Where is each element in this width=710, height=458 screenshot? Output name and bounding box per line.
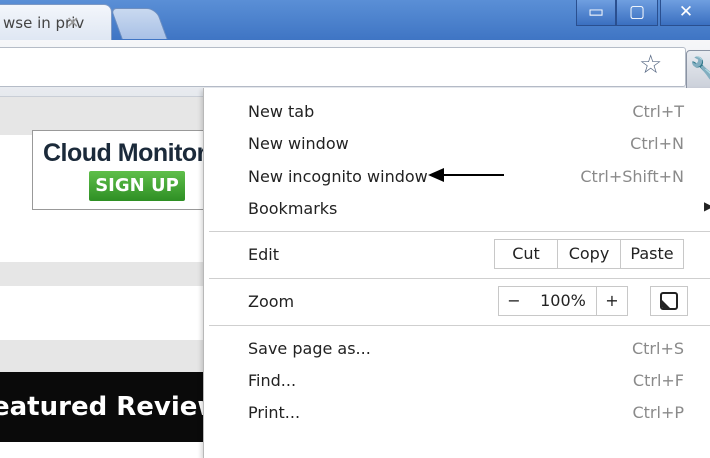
- browser-tab[interactable]: wse in priv ✕: [0, 4, 112, 40]
- zoom-level: 100%: [529, 286, 597, 316]
- menu-item-find[interactable]: Find...: [248, 371, 296, 390]
- shortcut-new-window: Ctrl+N: [630, 134, 684, 153]
- shortcut-new-tab: Ctrl+T: [632, 102, 684, 121]
- minimize-icon: ▭: [587, 2, 605, 22]
- bookmark-star-icon[interactable]: ☆: [639, 50, 662, 80]
- minimize-button[interactable]: ▭: [576, 0, 616, 26]
- window-titlebar: wse in priv ✕ ▭ ▢ ✕: [0, 0, 710, 40]
- page-divider-bar: [0, 262, 210, 286]
- zoom-out-button[interactable]: −: [498, 286, 530, 316]
- signup-button[interactable]: SIGN UP: [89, 171, 185, 201]
- wrench-icon: 🔧: [690, 57, 710, 82]
- menu-separator: [209, 325, 710, 326]
- ad-title: Cloud Monitorin: [43, 139, 228, 167]
- new-tab-button[interactable]: [110, 8, 168, 39]
- wrench-menu-button[interactable]: 🔧: [686, 50, 710, 92]
- zoom-in-button[interactable]: +: [596, 286, 628, 316]
- menu-item-save-page-as[interactable]: Save page as...: [248, 339, 371, 358]
- cut-button[interactable]: Cut: [494, 239, 558, 269]
- menu-separator: [209, 278, 710, 279]
- close-window-button[interactable]: ✕: [660, 0, 710, 26]
- fullscreen-button[interactable]: [650, 286, 688, 316]
- submenu-arrow-icon: ▶: [704, 199, 710, 213]
- menu-item-edit: Edit: [248, 245, 279, 264]
- browser-main-menu: New tab Ctrl+T New window Ctrl+N New inc…: [203, 88, 710, 458]
- shortcut-print: Ctrl+P: [632, 403, 684, 422]
- menu-separator: [209, 231, 710, 232]
- tab-close-icon[interactable]: ✕: [66, 13, 79, 32]
- shortcut-new-incognito: Ctrl+Shift+N: [580, 167, 684, 186]
- annotation-arrow: [432, 174, 504, 176]
- menu-item-new-incognito-window[interactable]: New incognito window: [248, 167, 428, 186]
- maximize-icon: ▢: [628, 2, 646, 22]
- copy-button[interactable]: Copy: [557, 239, 621, 269]
- fullscreen-icon: [660, 292, 678, 310]
- menu-item-new-tab[interactable]: New tab: [248, 102, 314, 121]
- shortcut-find: Ctrl+F: [632, 371, 684, 390]
- menu-item-zoom: Zoom: [248, 292, 295, 311]
- address-bar[interactable]: ☆: [0, 47, 686, 87]
- maximize-button[interactable]: ▢: [616, 0, 658, 26]
- featured-reviews-heading: eatured Review: [0, 372, 210, 442]
- menu-item-bookmarks[interactable]: Bookmarks: [248, 199, 337, 218]
- page-divider-bar: [0, 340, 210, 372]
- menu-item-print[interactable]: Print...: [248, 403, 300, 422]
- close-icon: ✕: [678, 2, 694, 22]
- paste-button[interactable]: Paste: [620, 239, 684, 269]
- ad-banner[interactable]: Cloud Monitorin SIGN UP: [32, 130, 228, 210]
- shortcut-save-page: Ctrl+S: [631, 339, 684, 358]
- menu-item-new-window[interactable]: New window: [248, 134, 349, 153]
